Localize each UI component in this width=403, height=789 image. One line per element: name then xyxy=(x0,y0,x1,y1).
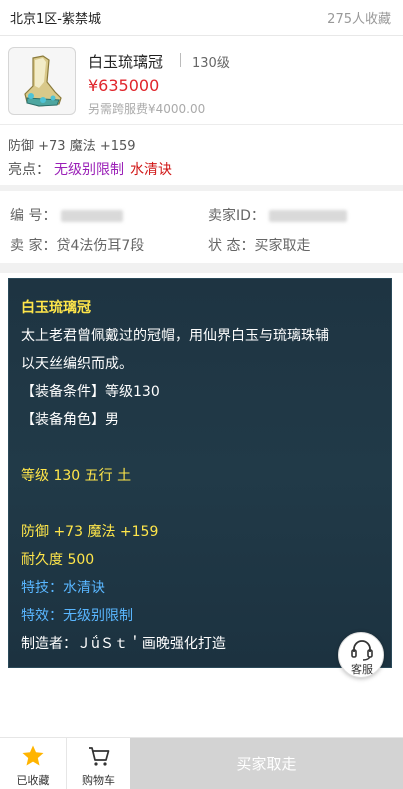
status-label: 状 态： xyxy=(208,238,255,254)
highlights-label: 亮点： xyxy=(8,162,50,178)
status-value: 买家取走 xyxy=(254,238,311,254)
server-name: 北京1区-紫禁城 xyxy=(10,12,101,27)
equip-role: 【装备角色】男 xyxy=(21,412,119,428)
divider xyxy=(180,53,181,67)
redacted-value xyxy=(60,210,123,222)
section-divider xyxy=(0,185,403,191)
item-thumbnail[interactable] xyxy=(8,47,76,115)
favorites-count: 275人收藏 xyxy=(327,12,391,27)
durability: 耐久度 500 xyxy=(21,552,95,568)
section-divider xyxy=(0,263,403,273)
item-name: 白玉琉璃冠 xyxy=(88,53,164,71)
redacted-value xyxy=(269,210,348,222)
desc-text: 以天丝编织而成。 xyxy=(21,356,133,372)
star-icon xyxy=(22,745,44,766)
equip-condition: 【装备条件】等级130 xyxy=(21,384,160,400)
item-description-panel: 白玉琉璃冠 太上老君曾佩戴过的冠帽，用仙界白玉与琉璃珠辅 以天丝编织而成。 【装… xyxy=(8,278,392,668)
special-effect: 特效：无级别限制 xyxy=(21,608,133,624)
item-stats: 防御 +73 魔法 +159 xyxy=(8,139,136,154)
seller-name: 贷4法伤耳7段 xyxy=(56,238,145,254)
cart-icon xyxy=(88,747,109,766)
item-id: 编 号： xyxy=(10,205,123,225)
desc-title: 白玉琉璃冠 xyxy=(21,300,91,316)
cart-button[interactable]: 购物车 xyxy=(67,738,130,789)
highlight-tag: 无级别限制 xyxy=(54,162,124,178)
desc-stats: 防御 +73 魔法 +159 xyxy=(21,524,159,540)
item-id-label: 编 号： xyxy=(10,208,57,224)
seller-label: 卖 家： xyxy=(10,238,57,254)
status: 状 态：买家取走 xyxy=(208,235,310,255)
maker: 制造者：ＪǘＳｔ＇画晚强化打造 xyxy=(21,636,226,652)
item-price: ¥635000 xyxy=(88,76,160,95)
headset-icon xyxy=(351,640,373,661)
special-skill: 特技：水清诀 xyxy=(21,580,105,596)
favorite-button[interactable]: 已收藏 xyxy=(0,738,67,789)
seller-id: 卖家ID： xyxy=(208,205,348,225)
seller-id-label: 卖家ID： xyxy=(208,208,265,224)
seller: 卖 家：贷4法伤耳7段 xyxy=(10,235,144,255)
desc-text: 太上老君曾佩戴过的冠帽，用仙界白玉与琉璃珠辅 xyxy=(21,328,329,344)
customer-service-label: 客服 xyxy=(351,663,373,676)
customer-service-button[interactable]: 客服 xyxy=(338,632,384,678)
top-bar: 北京1区-紫禁城 275人收藏 xyxy=(0,0,403,36)
item-header: 白玉琉璃冠 130级 ¥635000 另需跨服费¥4000.00 xyxy=(0,37,403,125)
cart-label: 购物车 xyxy=(82,774,115,787)
cross-server-fee: 另需跨服费¥4000.00 xyxy=(88,102,206,116)
highlights: 亮点： 无级别限制 水清诀 xyxy=(8,159,172,179)
item-level: 130级 xyxy=(192,56,230,71)
level-element: 等级 130 五行 土 xyxy=(21,468,132,484)
info-row-ids: 编 号： 卖家ID： xyxy=(0,199,403,229)
buy-button[interactable]: 买家取走 xyxy=(130,738,403,789)
bottom-bar: 已收藏 购物车 买家取走 xyxy=(0,737,403,789)
highlight-tag: 水清诀 xyxy=(130,162,172,178)
favorite-label: 已收藏 xyxy=(16,774,50,787)
info-row-seller: 卖 家：贷4法伤耳7段 状 态：买家取走 xyxy=(0,229,403,259)
crown-item-icon xyxy=(24,55,62,107)
